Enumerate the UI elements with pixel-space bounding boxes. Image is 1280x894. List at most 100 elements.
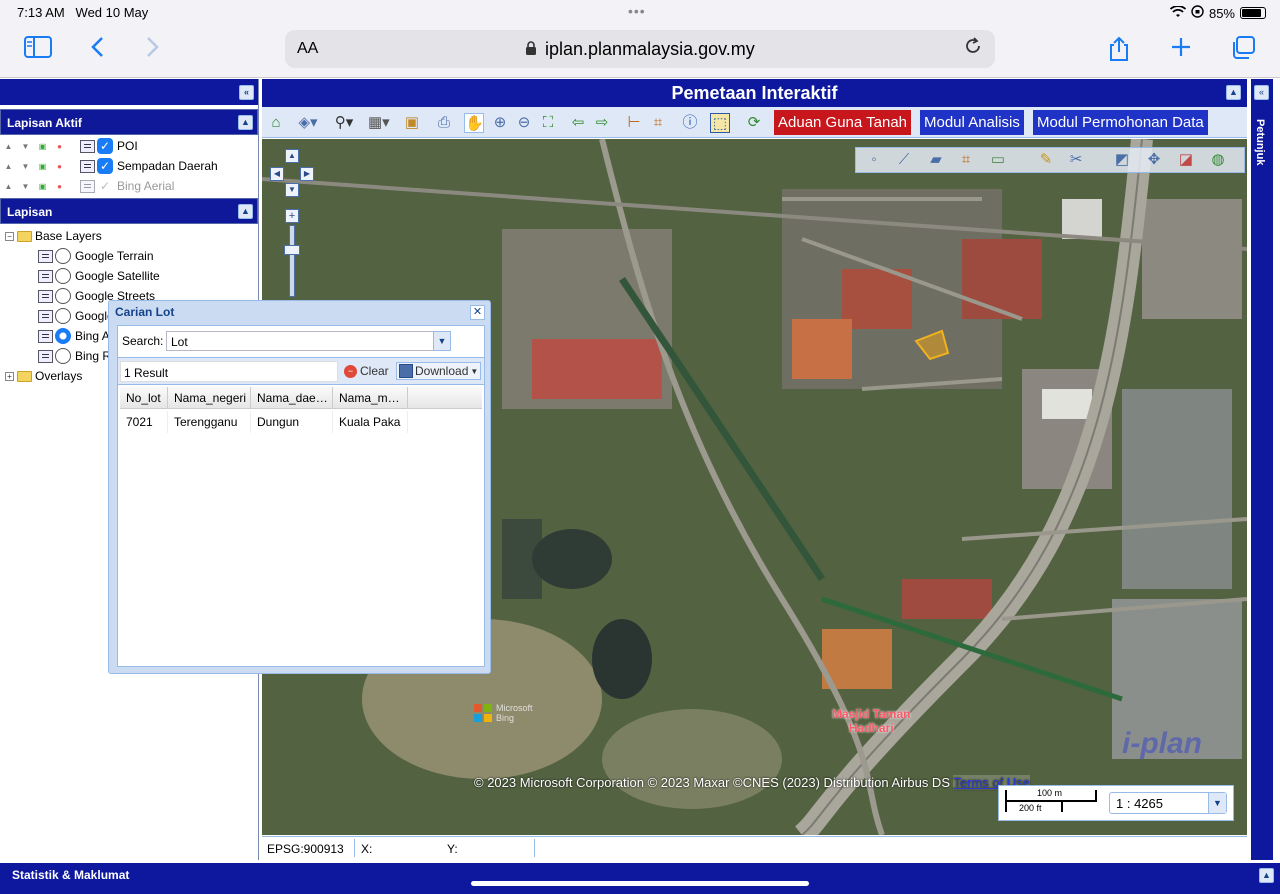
statistik-panel-bar[interactable]: Statistik & Maklumat ▲ [0,863,1280,894]
remove-layer-icon[interactable]: ● [51,162,68,171]
measure-area-icon[interactable]: ⌗ [648,113,668,133]
zoom-extent-icon[interactable]: ⛶ [538,113,558,133]
print-icon[interactable]: ⎙ [434,113,454,133]
forward-icon[interactable] [146,36,160,65]
modify-feature-icon[interactable]: ⌗ [956,150,976,170]
home-icon[interactable]: ⌂ [266,113,286,133]
add-polygon-icon[interactable]: ▰ [926,150,946,170]
base-layer-radio[interactable] [55,288,71,304]
sidebar-icon[interactable] [24,36,52,65]
modul-analisis-button[interactable]: Modul Analisis [920,110,1024,135]
scissors-icon[interactable]: ✂ [1066,150,1086,170]
base-layer-row[interactable]: Google Satellite [0,266,258,286]
clear-button[interactable]: − Clear [344,364,389,378]
base-layer-radio[interactable] [55,268,71,284]
pencil-icon[interactable]: ✎ [1036,150,1056,170]
layer-props-icon[interactable]: ▣ [34,182,51,191]
zoom-dropdown-icon[interactable]: ⚲▾ [334,113,354,133]
column-header-nama-negeri[interactable]: Nama_negeri [168,387,251,409]
column-header-nama-mukim[interactable]: Nama_m… [333,387,408,409]
layer-checkbox-sempadan-daerah[interactable]: ✓ [97,158,113,174]
next-view-icon[interactable]: ⇨ [592,113,612,133]
expand-petunjuk-button[interactable]: « [1254,85,1269,100]
collapse-lapisan-button[interactable]: ▲ [238,204,253,219]
remove-layer-icon[interactable]: ● [51,182,68,191]
move-up-icon[interactable]: ▲ [0,182,17,191]
poi-label[interactable]: Masjid Taman Hadhari [832,707,910,735]
download-button[interactable]: Download ▼ [396,362,482,380]
move-down-icon[interactable]: ▼ [17,162,34,171]
move-up-icon[interactable]: ▲ [0,162,17,171]
add-point-icon[interactable]: ◦ [864,150,884,170]
add-box-icon[interactable]: ▭ [988,150,1008,170]
grid-dropdown-icon[interactable]: ▦▾ [368,113,390,133]
reader-options-button[interactable]: AA [297,40,318,58]
back-icon[interactable] [90,36,104,65]
base-layer-radio-selected[interactable] [55,328,71,344]
zoom-out-icon[interactable]: ⊖ [514,113,534,133]
collapse-map-header-button[interactable]: ▲ [1226,85,1241,100]
collapse-node-icon[interactable]: − [5,231,14,241]
reload-icon[interactable] [963,36,983,62]
search-dropdown-icon[interactable]: ▼ [433,331,451,351]
select-edit-icon[interactable]: ◩ [1112,150,1132,170]
move-down-icon[interactable]: ▼ [17,142,34,151]
zoom-slider[interactable] [289,225,295,297]
column-header-nama-daerah[interactable]: Nama_dae… [251,387,333,409]
petunjuk-panel[interactable]: « Petunjuk [1251,79,1273,860]
layer-props-icon[interactable]: ▣ [34,162,51,171]
multitasking-dots[interactable]: ••• [628,3,646,19]
expand-node-icon[interactable]: + [5,371,14,381]
collapse-left-panel-button[interactable]: « [239,85,254,100]
remove-layer-icon[interactable]: ● [51,142,68,151]
collapse-lapisan-aktif-button[interactable]: ▲ [238,115,253,130]
base-layer-radio[interactable] [55,308,71,324]
base-layer-radio[interactable] [55,348,71,364]
column-header-no-lot[interactable]: No_lot [120,387,168,409]
zoom-slider-handle[interactable] [284,245,300,255]
search-input[interactable]: Lot ▼ [166,331,451,351]
pan-hand-icon[interactable]: ✋ [464,113,484,133]
home-indicator[interactable] [471,881,809,886]
statistik-label: Statistik & Maklumat [12,868,130,882]
move-down-icon[interactable]: ▼ [17,182,34,191]
pan-up-button[interactable]: ▲ [285,149,299,163]
aduan-guna-tanah-button[interactable]: Aduan Guna Tanah [774,110,912,135]
map-overview-icon[interactable]: ▣ [402,113,422,133]
delete-feature-icon[interactable]: ◪ [1176,150,1196,170]
new-tab-icon[interactable] [1170,36,1192,65]
pan-left-button[interactable]: ◀ [270,167,284,181]
base-layer-radio[interactable] [55,248,71,264]
previous-view-icon[interactable]: ⇦ [568,113,588,133]
pan-right-button[interactable]: ▶ [300,167,314,181]
share-icon[interactable] [1108,36,1130,69]
pan-down-button[interactable]: ▼ [285,183,299,197]
refresh-icon[interactable]: ⟳ [744,113,764,133]
address-bar[interactable]: AA iplan.planmalaysia.gov.my [285,30,995,68]
tree-node-base-layers[interactable]: − Base Layers [0,226,258,246]
legend-icon[interactable] [80,179,95,193]
measure-length-icon[interactable]: ⊢ [624,113,644,133]
layers-dropdown-icon[interactable]: ◈▾ [298,113,318,133]
info-icon[interactable]: ⓘ [680,113,700,133]
close-icon[interactable]: ✕ [470,305,485,320]
globe-icon[interactable]: ◍ [1208,150,1228,170]
legend-icon[interactable] [80,159,95,173]
layer-props-icon[interactable]: ▣ [34,142,51,151]
expand-statistik-button[interactable]: ▲ [1259,868,1274,883]
zoom-in-icon[interactable]: ⊕ [490,113,510,133]
base-layer-row[interactable]: Google Terrain [0,246,258,266]
zoom-in-button[interactable]: + [285,209,299,223]
table-row[interactable]: 7021 Terengganu Dungun Kuala Paka [120,411,408,433]
legend-icon[interactable] [80,139,95,153]
layer-checkbox-poi[interactable]: ✓ [97,138,113,154]
select-feature-icon[interactable]: ⬚ [710,113,730,133]
chevron-down-icon[interactable]: ▼ [1208,793,1226,813]
modul-permohonan-data-button[interactable]: Modul Permohonan Data [1033,110,1208,135]
layer-checkbox-bing-aerial[interactable]: ✓ [97,178,113,194]
add-line-icon[interactable]: ⟋ [894,150,914,170]
scale-select[interactable]: 1 : 4265 ▼ [1109,792,1227,814]
move-up-icon[interactable]: ▲ [0,142,17,151]
tabs-overview-icon[interactable] [1230,36,1256,67]
move-icon[interactable]: ✥ [1144,150,1164,170]
